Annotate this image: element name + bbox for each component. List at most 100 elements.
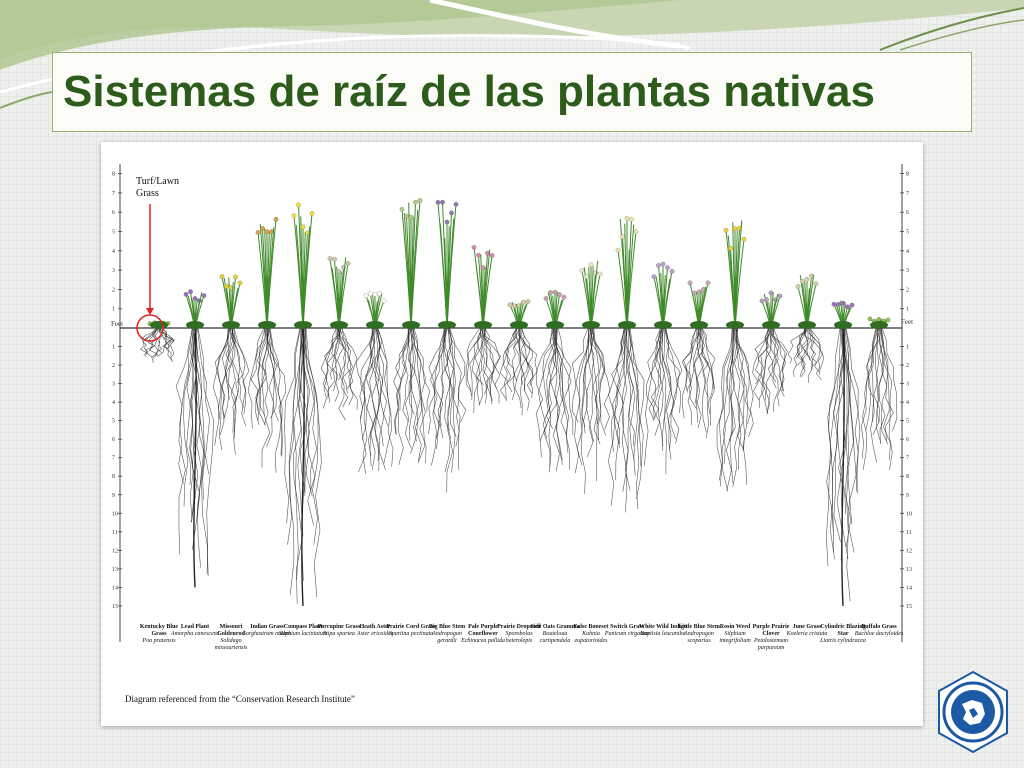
plant-flower [399, 206, 405, 212]
root-strand [701, 327, 716, 390]
plant-flower [404, 213, 409, 219]
plant-flower [764, 297, 769, 302]
plant-flower [624, 216, 630, 221]
depth-tick-right: 3 [906, 268, 909, 274]
depth-tick-left: 3 [112, 382, 115, 388]
plant-flower [525, 299, 531, 304]
depth-tick-right: 6 [906, 437, 909, 443]
plant-flower [656, 263, 661, 268]
plant-flower [192, 296, 198, 301]
plant-flower [224, 283, 229, 289]
root-strand [624, 327, 632, 491]
plant-flower [705, 280, 711, 286]
plant-flower [471, 245, 477, 250]
plant-flower [723, 227, 729, 233]
depth-tick-right: 2 [906, 363, 909, 369]
depth-tick-left: 13 [112, 567, 118, 573]
root-strand [264, 327, 270, 425]
plant-flower [557, 292, 562, 297]
root-strand [412, 327, 422, 462]
root-strand [504, 327, 518, 392]
root-diagram: 1 1 2 2 3 3 4 4 5 5 6 6 7 7 8 8 9 9 10 10 11 11 12 12 13 13 14 14 15… [101, 142, 923, 726]
root-strand [412, 327, 426, 464]
plant-flower [291, 213, 297, 219]
plant-flower [836, 301, 841, 307]
plant-base [654, 321, 672, 329]
plant-base [438, 321, 456, 329]
plant-flower [597, 271, 603, 277]
plant-flower [237, 280, 243, 286]
plant-flower [521, 299, 526, 305]
plant-scientific-name: Buchloe dactyloides [854, 631, 904, 637]
plant-flower [417, 198, 423, 203]
plant-base [582, 321, 600, 329]
root-strand [287, 327, 301, 545]
plant-base [474, 321, 492, 329]
plant-flower [489, 253, 495, 258]
plant-flower [543, 296, 549, 301]
plant-flower [813, 281, 819, 287]
depth-tick-left: 8 [112, 172, 115, 178]
plant-base [402, 321, 420, 329]
root-strand [268, 327, 279, 422]
root-strand [862, 327, 877, 471]
depth-tick-left: 5 [112, 230, 115, 236]
depth-tick-right: 3 [906, 382, 909, 388]
root-strand [430, 327, 447, 466]
depth-tick-right: 13 [906, 567, 912, 573]
plant-flower [363, 293, 369, 298]
plant-flower [696, 289, 702, 295]
depth-tick-right: 4 [906, 249, 909, 255]
plant-flower [665, 265, 670, 270]
root-strand [665, 327, 680, 444]
plant-flower [264, 229, 270, 235]
depth-tick-left: 7 [112, 456, 115, 462]
plant-flower [435, 200, 441, 205]
depth-tick-left: 1 [112, 345, 115, 351]
root-strand [542, 327, 556, 439]
depth-tick-left: 6 [112, 210, 115, 216]
slide-title: Sistemas de raíz de las plantas nativas [63, 67, 875, 116]
root-strand [183, 327, 194, 507]
depth-tick-left: 15 [112, 604, 118, 610]
plant-flower [368, 291, 373, 297]
plant-base [726, 321, 744, 329]
plant-flower [669, 268, 675, 274]
plant-flower [381, 298, 387, 304]
root-strand [293, 327, 303, 580]
root-strand [611, 327, 625, 453]
plant-base [870, 321, 888, 329]
depth-tick-right: 5 [906, 230, 909, 236]
plant-flower [309, 211, 315, 216]
plant-flower [480, 265, 486, 270]
plant-flower [444, 219, 450, 225]
plant-base [690, 321, 708, 329]
plant-flower [260, 226, 265, 231]
plant-base [258, 321, 276, 329]
plant-scientific-name: Liatris cylindracea [820, 638, 866, 644]
depth-tick-left: 10 [112, 511, 118, 517]
root-strand [437, 327, 447, 439]
root-strand [267, 327, 277, 419]
plant-flower [741, 236, 747, 242]
plant-base [510, 321, 528, 329]
depth-tick-right: 12 [906, 548, 912, 554]
plant-flower [255, 230, 261, 235]
depth-tick-left: 1 [112, 307, 115, 313]
plant-flower [183, 292, 189, 297]
plant-flower [507, 302, 513, 308]
plant-flower [233, 274, 238, 280]
plant-base [150, 321, 168, 329]
plant-flower [449, 210, 454, 216]
depth-tick-right: 8 [906, 474, 909, 480]
depth-tick-right: 1 [906, 345, 909, 351]
plant-base [798, 321, 816, 329]
plant-flower [692, 290, 697, 296]
plant-base [546, 321, 564, 329]
depth-tick-right: 9 [906, 493, 909, 499]
plant-base [294, 321, 312, 329]
conservation-seal-icon [938, 670, 1008, 754]
turf-lawn-label: Turf/Lawn Grass [136, 176, 179, 199]
plant-flower [300, 224, 306, 230]
plant-flower [476, 252, 481, 258]
